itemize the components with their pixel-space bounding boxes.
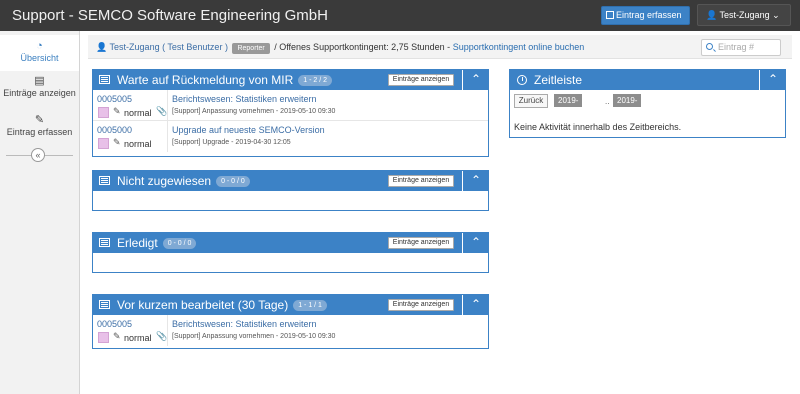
entry-meta: [Support] Anpassung vornehmen - 2019-05-… <box>172 108 336 115</box>
entry-subject-link[interactable]: Upgrade auf neueste SEMCO-Version <box>172 125 325 135</box>
panel-title: Nicht zugewiesen 0 - 0 / 0 <box>117 174 250 188</box>
entry-id-link[interactable]: 0005005 <box>97 319 132 329</box>
empty-message: Keine Aktivität innerhalb des Zeitbereic… <box>514 122 682 132</box>
list-icon <box>99 75 110 84</box>
collapse-sidebar-button[interactable]: « <box>31 148 45 162</box>
user-menu-label: Test-Zugang <box>719 10 770 20</box>
priority-label: normal <box>124 108 152 118</box>
status-color-swatch <box>98 332 109 343</box>
quota-text: / Offenes Supportkontingent: 2,75 Stunde… <box>274 42 451 52</box>
breadcrumb-user-link[interactable]: Test-Zugang ( Test Benutzer ) <box>110 42 228 52</box>
edit-icon <box>606 11 614 19</box>
entry-subject-link[interactable]: Berichtswesen: Statistiken erweitern <box>172 94 317 104</box>
app-title: Support - SEMCO Software Engineering Gmb… <box>12 7 328 24</box>
sidebar-item-label: Einträge anzeigen <box>3 88 76 98</box>
collapse-panel-icon[interactable]: ⌃ <box>463 171 489 191</box>
show-entries-button[interactable]: Einträge anzeigen <box>388 237 454 249</box>
panel-done: Erledigt 0 - 0 / 0 Einträge anzeigen ⌃ <box>92 232 489 273</box>
user-icon: 👤 <box>96 42 110 52</box>
table-row[interactable]: 0005005 ✎ normal 📎 Berichtswesen: Statis… <box>93 315 488 346</box>
collapse-panel-icon[interactable]: ⌃ <box>760 70 786 90</box>
date-from-badge: 2019-05-25 <box>554 94 583 118</box>
panel-title: Vor kurzem bearbeitet (30 Tage) 1 - 1 / 1 <box>117 298 327 312</box>
table-row[interactable]: 0005005 ✎ normal 📎 Berichtswesen: Statis… <box>93 90 488 121</box>
panel-body: Zurück 2019-05-25 .. 2019-06-01 Keine Ak… <box>510 90 785 137</box>
panel-waiting-feedback: Warte auf Rückmeldung von MIR 1 - 2 / 2 E… <box>92 69 489 157</box>
collapse-panel-icon[interactable]: ⌃ <box>463 70 489 90</box>
user-icon: 👤 <box>706 10 720 20</box>
sidebar: ◔ Übersicht ▤ Einträge anzeigen ✎ Eintra… <box>0 31 80 394</box>
table-row[interactable]: 0005000 ✎ normal Upgrade auf neueste SEM… <box>93 121 488 152</box>
entry-id-link[interactable]: 0005000 <box>97 125 132 135</box>
date-to-badge: 2019-06-01 <box>613 94 642 118</box>
panel-title: Erledigt 0 - 0 / 0 <box>117 236 197 250</box>
panel-header: Vor kurzem bearbeitet (30 Tage) 1 - 1 / 1… <box>93 295 488 315</box>
priority-label: normal <box>124 139 152 149</box>
panel-timeline: Zeitleiste ⌃ Zurück 2019-05-25 .. 2019-0… <box>509 69 786 138</box>
panel-unassigned: Nicht zugewiesen 0 - 0 / 0 Einträge anzei… <box>92 170 489 211</box>
search-placeholder: Eintrag # <box>718 42 755 52</box>
back-button[interactable]: Zurück <box>514 94 548 108</box>
panel-title: Warte auf Rückmeldung von MIR 1 - 2 / 2 <box>117 73 333 87</box>
panel-body: 0005005 ✎ normal 📎 Berichtswesen: Statis… <box>93 90 488 152</box>
sidebar-item-label: Übersicht <box>20 53 59 63</box>
count-badge: 1 - 2 / 2 <box>298 75 333 86</box>
count-badge: 0 - 0 / 0 <box>162 238 197 249</box>
attachment-icon: 📎 <box>156 106 168 116</box>
show-entries-button[interactable]: Einträge anzeigen <box>388 74 454 86</box>
new-entry-label: Eintrag erfassen <box>616 10 682 20</box>
panel-header: Zeitleiste ⌃ <box>510 70 785 90</box>
search-input[interactable]: Eintrag # <box>701 39 781 56</box>
breadcrumb: 👤 Test-Zugang ( Test Benutzer ) Reporter… <box>88 35 792 59</box>
count-badge: 1 - 1 / 1 <box>293 300 327 311</box>
sidebar-item-overview[interactable]: ◔ Übersicht <box>0 35 79 71</box>
pencil-icon[interactable]: ✎ <box>113 331 121 342</box>
role-badge: Reporter <box>232 43 270 54</box>
sidebar-item-new-entry[interactable]: ✎ Eintrag erfassen <box>0 110 79 146</box>
panel-header: Warte auf Rückmeldung von MIR 1 - 2 / 2 E… <box>93 70 488 90</box>
entry-meta: [Support] Anpassung vornehmen - 2019-05-… <box>172 333 336 340</box>
pencil-icon[interactable]: ✎ <box>113 106 121 117</box>
book-quota-link[interactable]: Supportkontingent online buchen <box>453 42 585 52</box>
dashboard-icon: ◔ <box>36 40 43 52</box>
date-separator: .. <box>605 97 610 106</box>
list-icon <box>99 176 110 185</box>
status-color-swatch <box>98 107 109 118</box>
new-entry-button[interactable]: Eintrag erfassen <box>601 6 690 25</box>
panel-header: Nicht zugewiesen 0 - 0 / 0 Einträge anzei… <box>93 171 488 191</box>
count-badge: 0 - 0 / 0 <box>216 176 250 187</box>
edit-icon: ✎ <box>34 114 45 126</box>
panel-header: Erledigt 0 - 0 / 0 Einträge anzeigen ⌃ <box>93 233 488 253</box>
list-icon <box>99 238 110 247</box>
attachment-icon: 📎 <box>156 331 168 341</box>
clock-icon <box>517 75 527 85</box>
collapse-panel-icon[interactable]: ⌃ <box>463 295 489 315</box>
chevron-down-icon: ⌄ <box>769 10 780 20</box>
entry-subject-link[interactable]: Berichtswesen: Statistiken erweitern <box>172 319 317 329</box>
top-bar: Support - SEMCO Software Engineering Gmb… <box>0 0 800 31</box>
panel-body: 0005005 ✎ normal 📎 Berichtswesen: Statis… <box>93 315 488 346</box>
collapse-panel-icon[interactable]: ⌃ <box>463 233 489 253</box>
pencil-icon[interactable]: ✎ <box>113 137 121 148</box>
sidebar-item-entries[interactable]: ▤ Einträge anzeigen <box>0 71 79 106</box>
panel-recently-edited: Vor kurzem bearbeitet (30 Tage) 1 - 1 / 1… <box>92 294 489 349</box>
list-icon: ▤ <box>34 75 45 87</box>
list-icon <box>99 300 110 309</box>
panel-title: Zeitleiste <box>534 73 583 87</box>
sidebar-item-label: Eintrag erfassen <box>6 127 73 137</box>
search-icon <box>706 43 713 50</box>
priority-label: normal <box>124 333 152 343</box>
show-entries-button[interactable]: Einträge anzeigen <box>388 175 454 187</box>
status-color-swatch <box>98 138 109 149</box>
entry-meta: [Support] Upgrade - 2019-04-30 12:05 <box>172 139 291 146</box>
entry-id-link[interactable]: 0005005 <box>97 94 132 104</box>
user-menu[interactable]: 👤 Test-Zugang ⌄ <box>697 4 791 26</box>
show-entries-button[interactable]: Einträge anzeigen <box>388 299 454 311</box>
